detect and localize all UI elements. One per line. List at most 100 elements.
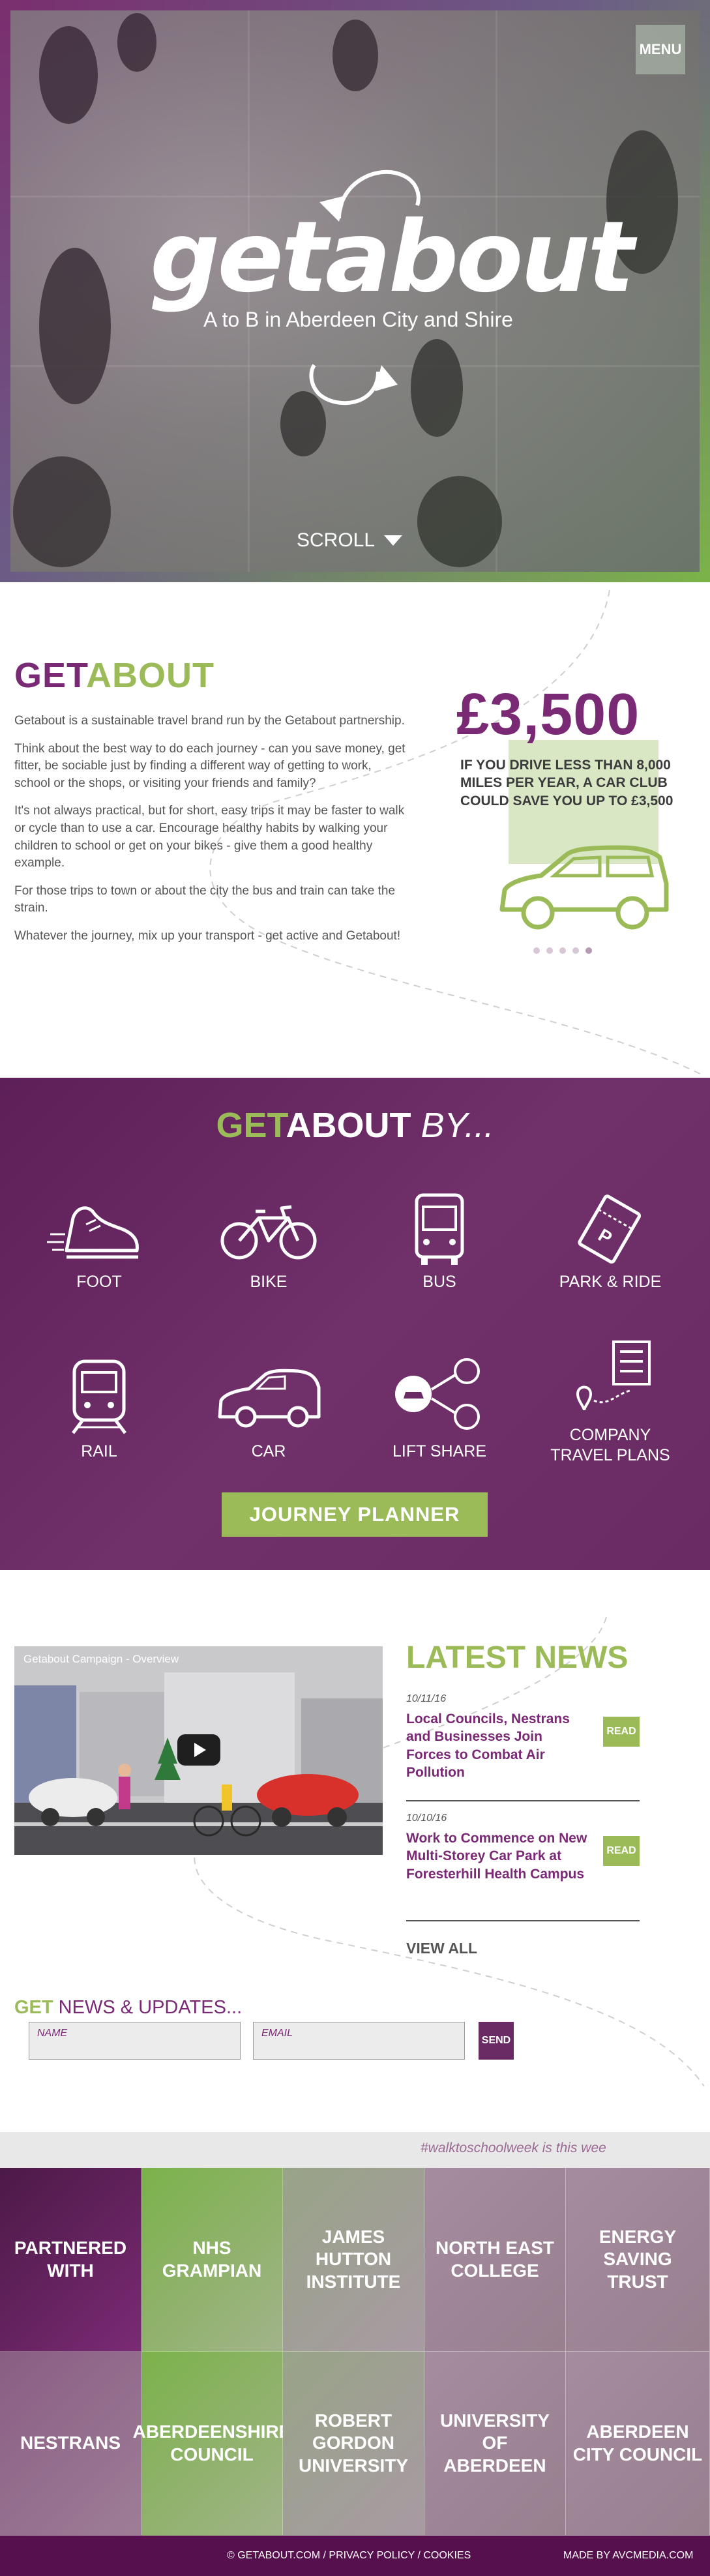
getabout-logo[interactable]: getabout A to B in Aberdeen City and Shi…	[143, 156, 634, 411]
intro-title-about: ABOUT	[86, 656, 214, 695]
office-building-icon	[576, 1340, 651, 1411]
mode-label: LIFT SHARE	[392, 1442, 487, 1460]
view-all-news-link[interactable]: VIEW ALL	[406, 1940, 477, 1957]
scroll-down-arrow-icon	[384, 535, 403, 546]
intro-title-get: GET	[14, 656, 86, 695]
intro-paragraph: Think about the best way to do each jour…	[14, 741, 406, 790]
news-divider	[406, 1800, 640, 1801]
intro-paragraph: Getabout is a sustainable travel brand r…	[14, 714, 405, 728]
video-play-button[interactable]	[177, 1734, 220, 1766]
send-button[interactable]: SEND	[479, 2022, 514, 2060]
logo-wordmark: getabout	[150, 201, 634, 314]
mode-foot[interactable]: FOOT	[27, 1189, 171, 1292]
mode-car[interactable]: CAR	[197, 1352, 340, 1462]
partner-tile[interactable]: ABERDEEN CITY COUNCIL	[566, 2352, 710, 2536]
mode-rail[interactable]: RAIL	[27, 1352, 171, 1462]
partners-heading: PARTNERED WITH	[0, 2168, 141, 2352]
mode-bus[interactable]: BUS	[368, 1189, 511, 1292]
newsletter-title-rest: NEWS & UPDATES...	[53, 1997, 243, 2018]
svg-text:P: P	[595, 1224, 615, 1248]
newsletter-title-get: GET	[14, 1997, 53, 2018]
mode-company-travel-plans[interactable]: COMPANY TRAVEL PLANS	[539, 1335, 682, 1466]
news-date: 10/10/16	[406, 1813, 447, 1824]
mode-park-and-ride[interactable]: P PARK & RIDE	[539, 1189, 682, 1292]
carousel-dot[interactable]	[559, 947, 566, 954]
stat-description: IF YOU DRIVE LESS THAN 8,000 MILES PER Y…	[460, 758, 673, 808]
name-field[interactable]: NAME	[29, 2022, 241, 2060]
partner-tile[interactable]: ABERDEENSHIRE COUNCIL	[133, 2352, 291, 2536]
partner-tile[interactable]: UNIVERSITY OF ABERDEEN	[424, 2352, 566, 2536]
latest-news-title: LATEST NEWS	[406, 1640, 629, 1675]
mode-label: BUS	[422, 1273, 456, 1291]
scroll-button[interactable]: SCROLL	[297, 529, 403, 552]
partner-tile[interactable]: ENERGY SAVING TRUST	[566, 2168, 710, 2352]
shoe-icon	[47, 1206, 139, 1259]
news-date: 10/11/16	[406, 1693, 447, 1704]
mode-label: COMPANY TRAVEL PLANS	[550, 1426, 670, 1465]
email-field[interactable]: EMAIL	[253, 2022, 465, 2060]
partner-tile[interactable]: NHS GRAMPIAN	[141, 2168, 283, 2352]
made-by-credit[interactable]: MADE BY AVCMEDIA.COM	[563, 2550, 693, 2562]
news-item: 10/11/16 Local Councils, Nestrans and Bu…	[406, 1693, 640, 1801]
bus-icon	[415, 1193, 464, 1265]
cookies-link[interactable]: COOKIES	[423, 2550, 471, 2561]
car-icon	[218, 1369, 321, 1428]
ticket-icon: P	[578, 1194, 642, 1264]
journey-planner-button[interactable]: JOURNEY PLANNER	[222, 1492, 488, 1537]
video-player[interactable]: Getabout Campaign - Overview	[14, 1646, 383, 1855]
intro-paragraph: For those trips to town or about the cit…	[14, 883, 396, 915]
partner-tile[interactable]: ROBERT GORDON UNIVERSITY	[283, 2352, 424, 2536]
email-field-label: EMAIL	[261, 2028, 293, 2039]
liftshare-icon	[395, 1358, 480, 1430]
play-icon	[194, 1743, 206, 1757]
mode-bike[interactable]: BIKE	[197, 1189, 340, 1292]
footer: © GETABOUT.COM / PRIVACY POLICY / COOKIE…	[0, 2536, 710, 2576]
footer-separator: /	[320, 2550, 329, 2561]
footer-links: © GETABOUT.COM / PRIVACY POLICY / COOKIE…	[227, 2550, 471, 2562]
name-field-label: NAME	[37, 2028, 68, 2039]
page: MENU getabout A to B in Aberdeen City an…	[0, 0, 710, 2576]
hero-section: MENU getabout A to B in Aberdeen City an…	[0, 0, 710, 582]
carousel-dot-active[interactable]	[585, 947, 592, 954]
menu-button[interactable]: MENU	[636, 25, 685, 74]
carousel-dot[interactable]	[546, 947, 553, 954]
privacy-policy-link[interactable]: PRIVACY POLICY	[329, 2550, 415, 2561]
partner-tile[interactable]: NESTRANS	[0, 2352, 141, 2536]
carousel-dot[interactable]	[572, 947, 579, 954]
footer-separator: /	[415, 2550, 424, 2561]
newsletter-title: GET NEWS & UPDATES...	[14, 1997, 242, 2019]
carousel-dot[interactable]	[533, 947, 540, 954]
mode-label: PARK & RIDE	[559, 1273, 662, 1291]
mode-label: BIKE	[250, 1273, 288, 1291]
mode-label: FOOT	[76, 1273, 122, 1291]
carousel-dots	[533, 947, 592, 954]
news-headline-link[interactable]: Work to Commence on New Multi-Storey Car…	[406, 1829, 589, 1883]
read-more-button[interactable]: READ	[603, 1836, 640, 1866]
partners-grid: PARTNERED WITH NHS GRAMPIAN JAMES HUTTON…	[0, 2168, 710, 2536]
bicycle-icon	[220, 1205, 317, 1260]
getabout-by-title: GETABOUT BY...	[0, 1105, 710, 1146]
intro-paragraph: Whatever the journey, mix up your transp…	[14, 928, 401, 943]
stat-amount: £3,500	[456, 682, 640, 747]
intro-paragraph: It's not always practical, but for short…	[14, 804, 405, 870]
mode-label: RAIL	[81, 1442, 117, 1460]
news-item: 10/10/16 Work to Commence on New Multi-S…	[406, 1813, 640, 1921]
read-more-button[interactable]: READ	[603, 1717, 640, 1747]
by-title-by: BY...	[421, 1106, 494, 1145]
video-title: Getabout Campaign - Overview	[23, 1653, 179, 1665]
news-headline-link[interactable]: Local Councils, Nestrans and Businesses …	[406, 1710, 589, 1781]
social-ticker: #walktoschoolweek is this wee	[0, 2132, 710, 2168]
by-title-get: GET	[216, 1106, 286, 1145]
copyright-link[interactable]: © GETABOUT.COM	[227, 2550, 320, 2561]
news-divider	[406, 1920, 640, 1921]
ticker-text[interactable]: #walktoschoolweek is this wee	[421, 2140, 606, 2156]
scroll-label: SCROLL	[297, 529, 376, 551]
car-club-car-icon	[499, 845, 669, 930]
partner-tile[interactable]: NORTH EAST COLLEGE	[424, 2168, 566, 2352]
mode-label: CAR	[251, 1442, 286, 1460]
by-title-about: ABOUT	[286, 1106, 411, 1145]
partner-tile[interactable]: JAMES HUTTON INSTITUTE	[283, 2168, 424, 2352]
getabout-by-section: GETABOUT BY... FOOT BIKE BUS P PARK & RI…	[0, 1078, 710, 1570]
logo-tagline: A to B in Aberdeen City and Shire	[203, 308, 513, 331]
mode-lift-share[interactable]: LIFT SHARE	[368, 1352, 511, 1462]
